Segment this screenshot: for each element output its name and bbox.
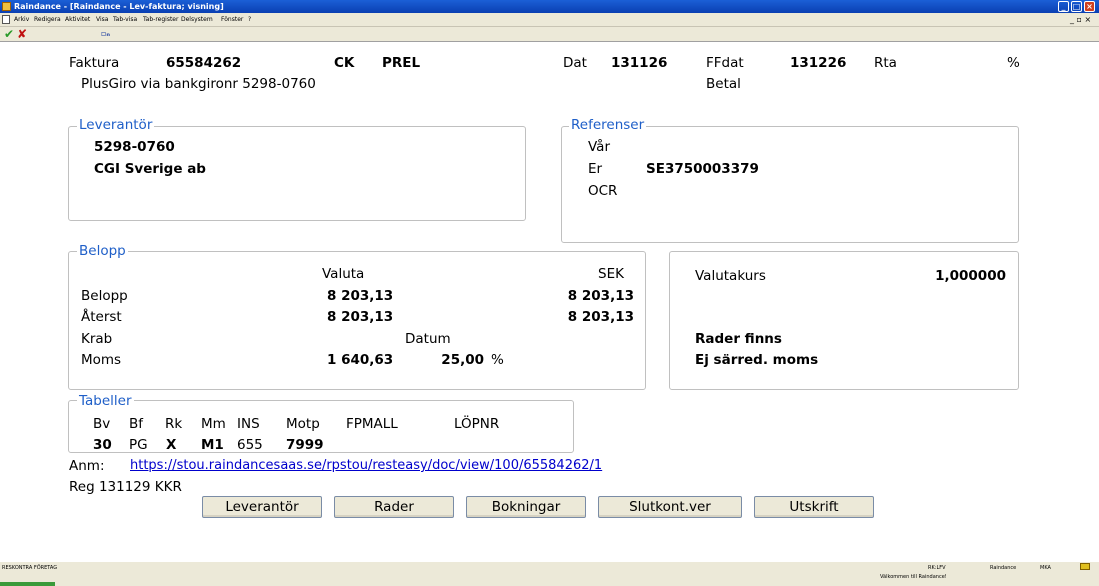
tabell-header-ins: INS [237,416,260,432]
window-title: Raindance - [Raindance - Lev-faktura; vi… [14,2,224,11]
menu-arkiv[interactable]: Arkiv [14,13,29,27]
status-user: MKA [1040,565,1051,571]
belopp-sek-value: 8 203,13 [567,288,634,304]
faktura-label: Faktura [69,55,120,71]
prel-flag: PREL [382,55,421,71]
aterst-label: Återst [81,309,122,325]
faktura-number: 65584262 [166,55,242,71]
leverantor-name: CGI Sverige ab [94,161,206,177]
ok-check-icon[interactable]: ✔ [4,27,14,41]
tabell-header-mm: Mm [201,416,226,432]
document-icon [2,15,10,24]
document-link[interactable]: https://stou.raindancesaas.se/rpstou/res… [130,458,602,474]
valutakurs-label: Valutakurs [695,268,766,284]
ffdat-value: 131226 [790,55,847,71]
tabell-value-motp: 7999 [286,437,324,453]
tabell-value-ins: 655 [237,437,263,453]
ej-sarred-moms-text: Ej särred. moms [695,352,819,368]
sek-column-header: SEK [598,266,624,282]
rta-label: Rta [874,55,897,71]
leverantor-number: 5298-0760 [94,139,175,155]
rader-button[interactable]: Rader [334,496,454,518]
var-ref-label: Vår [588,139,611,155]
payment-route-text: PlusGiro via bankgironr 5298-0760 [81,76,316,92]
moms-label: Moms [81,352,122,368]
tabell-header-fpmall: FPMALL [346,416,398,432]
er-ref-value: SE3750003379 [646,161,759,177]
dat-value: 131126 [611,55,668,71]
krab-label: Krab [81,331,113,347]
tabell-header-bv: Bv [93,416,111,432]
raindance-app-icon [2,2,11,11]
belopp-valuta-value: 8 203,13 [327,288,394,304]
menu-tab-register[interactable]: Tab-register [143,13,178,27]
tabell-value-rk: X [166,437,177,453]
moms-percent-value: 25,00 [441,352,484,368]
menu-visa[interactable]: Visa [96,13,108,27]
valuta-column-header: Valuta [322,266,365,282]
network-icon [1080,563,1090,570]
tabell-header-lopnr: LÖPNR [454,416,500,432]
tabell-header-rk: Rk [165,416,183,432]
slutkont-ver-button[interactable]: Slutkont.ver [598,496,742,518]
progress-indicator [0,582,55,586]
aterst-sek-value: 8 203,13 [567,309,634,325]
leverantor-legend: Leverantör [77,117,155,133]
referenser-legend: Referenser [569,117,647,133]
aterst-valuta-value: 8 203,13 [327,309,394,325]
tabeller-legend: Tabeller [77,393,134,409]
er-ref-label: Er [588,161,603,177]
title-bar: Raindance - [Raindance - Lev-faktura; vi… [0,0,1099,13]
tabell-value-mm: M1 [201,437,224,453]
betal-label: Betal [706,76,741,92]
datum-label: Datum [405,331,451,347]
invoice-form: Faktura 65584262 CK PREL Dat 131126 FFda… [0,42,1099,563]
bokningar-button[interactable]: Bokningar [466,496,586,518]
status-module: RESKONTRA FÖRETAG [2,565,58,571]
toolbar: ✔ ✘ ▫ₙ [0,27,1099,42]
ocr-label: OCR [588,183,618,199]
ffdat-label: FFdat [706,55,744,71]
menu-delsystem[interactable]: Delsystem [181,13,213,27]
menu-redigera[interactable]: Redigera [34,13,61,27]
rader-finns-text: Rader finns [695,331,782,347]
moms-value: 1 640,63 [327,352,394,368]
moms-percent-sign: % [491,352,504,368]
leverantor-button[interactable]: Leverantör [202,496,322,518]
minimize-icon[interactable]: _ [1058,1,1069,12]
tabell-header-motp: Motp [286,416,320,432]
menu-bar: Arkiv Redigera Aktivitet Visa Tab-visa T… [0,13,1099,27]
mdi-window-controls[interactable]: _ ▫ × [1070,13,1091,27]
referenser-group [561,126,1019,243]
tab-view-icon[interactable]: ▫ₙ [101,27,110,41]
status-bar: RESKONTRA FÖRETAG RK:LFV Raindance MKA V… [0,562,1099,586]
rta-percent: % [1007,55,1020,71]
anm-label: Anm: [69,458,105,474]
belopp-legend: Belopp [77,243,128,259]
tabell-header-bf: Bf [129,416,144,432]
menu-tab-visa[interactable]: Tab-visa [113,13,137,27]
close-icon[interactable]: × [1084,1,1095,12]
ck-flag: CK [334,55,355,71]
maximize-icon[interactable]: □ [1071,1,1082,12]
tabell-value-bf: PG [129,437,148,453]
belopp-label: Belopp [81,288,128,304]
status-rk: RK:LFV [928,565,946,571]
menu-help[interactable]: ? [248,13,251,27]
reg-text: Reg 131129 KKR [69,479,182,495]
dat-label: Dat [563,55,587,71]
utskrift-button[interactable]: Utskrift [754,496,874,518]
status-welcome: Välkommen till Raindance! [880,574,947,580]
valutakurs-value: 1,000000 [935,268,1006,284]
menu-aktivitet[interactable]: Aktivitet [65,13,90,27]
status-app: Raindance [990,565,1017,571]
tabell-value-bv: 30 [93,437,112,453]
menu-fonster[interactable]: Fönster [221,13,243,27]
cancel-x-icon[interactable]: ✘ [17,27,27,41]
